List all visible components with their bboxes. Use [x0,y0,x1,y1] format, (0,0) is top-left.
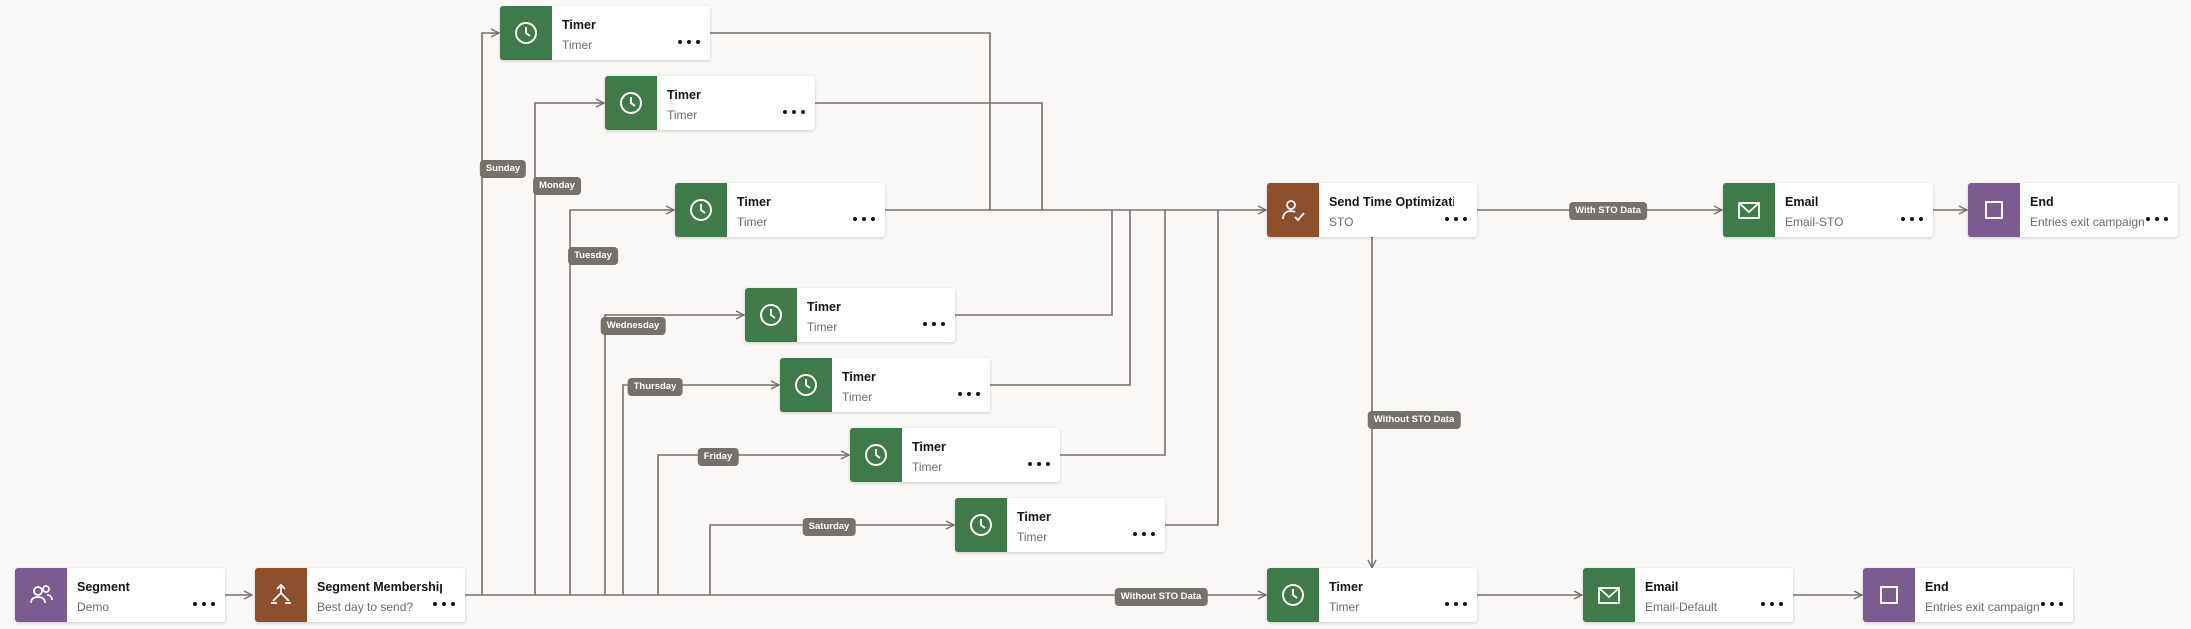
node-title: Timer [807,300,841,314]
more-options-icon[interactable] [783,107,805,117]
node-segment-membership[interactable]: Segment Membership Best day to send? [255,568,465,622]
node-end-bottom[interactable]: End Entries exit campaign [1863,568,2073,622]
node-subtitle: Timer [1329,600,1360,614]
clock-icon [955,498,1007,552]
users-icon [15,568,67,622]
node-subtitle: Timer [667,108,698,122]
more-options-icon[interactable] [1445,214,1467,224]
node-subtitle: Timer [807,320,838,334]
edge-sunday [481,33,499,595]
label-saturday: Saturday [802,518,856,536]
label-friday: Friday [697,448,739,466]
node-subtitle: Timer [912,460,943,474]
campaign-flow-canvas: Sunday Monday Tuesday Wednesday Thursday… [0,0,2191,629]
more-options-icon[interactable] [2041,599,2063,609]
stop-square-icon [1863,568,1915,622]
node-timer-default[interactable]: Timer Timer [1267,568,1477,622]
clock-icon [780,358,832,412]
edge-timer-thursday-out [990,210,1131,386]
label-without-sto-data-vertical: Without STO Data [1367,411,1461,429]
mail-icon [1583,568,1635,622]
label-wednesday: Wednesday [600,317,666,335]
more-options-icon[interactable] [923,319,945,329]
more-options-icon[interactable] [1028,459,1050,469]
node-subtitle: Email-Default [1645,600,1718,614]
label-without-sto-data-horizontal: Without STO Data [1114,588,1208,606]
node-title: Timer [562,18,596,32]
node-timer-tuesday[interactable]: Timer Timer [675,183,885,237]
node-subtitle: Entries exit campaign [1925,600,2040,614]
more-options-icon[interactable] [853,214,875,224]
node-title: Email [1785,195,1819,209]
label-with-sto-data: With STO Data [1569,202,1647,220]
node-timer-saturday[interactable]: Timer Timer [955,498,1165,552]
clock-icon [675,183,727,237]
node-send-time-optimization[interactable]: Send Time Optimization STO [1267,183,1477,237]
node-timer-sunday[interactable]: Timer Timer [500,6,710,60]
node-timer-thursday[interactable]: Timer Timer [780,358,990,412]
label-monday: Monday [533,177,581,195]
label-sunday: Sunday [479,160,527,178]
node-title: End [1925,580,1949,594]
node-subtitle: Demo [77,600,110,614]
clock-icon [500,6,552,60]
node-title: Timer [1017,510,1051,524]
node-subtitle: STO [1329,215,1354,229]
user-check-icon [1267,183,1319,237]
node-title: Segment Membership [317,580,442,594]
node-timer-monday[interactable]: Timer Timer [605,76,815,130]
edge-timer-saturday-out [1165,210,1219,526]
more-options-icon[interactable] [1901,214,1923,224]
node-timer-friday[interactable]: Timer Timer [850,428,1060,482]
node-subtitle: Entries exit campaign [2030,215,2145,229]
more-options-icon[interactable] [678,37,700,47]
node-title: Timer [1329,580,1363,594]
node-end-top[interactable]: End Entries exit campaign [1968,183,2178,237]
clock-icon [605,76,657,130]
node-email-sto[interactable]: Email Email-STO [1723,183,1933,237]
more-options-icon[interactable] [1133,529,1155,539]
more-options-icon[interactable] [1761,599,1783,609]
node-title: Email [1645,580,1679,594]
node-subtitle: Timer [737,215,768,229]
more-options-icon[interactable] [1445,599,1467,609]
node-subtitle: Timer [842,390,873,404]
label-thursday: Thursday [627,378,683,396]
mail-icon [1723,183,1775,237]
more-options-icon[interactable] [958,389,980,399]
edge-timer-wednesday-out [955,210,1113,316]
node-title: Timer [912,440,946,454]
more-options-icon[interactable] [433,599,455,609]
stop-square-icon [1968,183,2020,237]
split-icon [255,568,307,622]
node-title: Segment [77,580,130,594]
node-title: End [2030,195,2054,209]
more-options-icon[interactable] [193,599,215,609]
more-options-icon[interactable] [2146,214,2168,224]
node-email-default[interactable]: Email Email-Default [1583,568,1793,622]
clock-icon [850,428,902,482]
node-title: Send Time Optimization [1329,195,1454,209]
node-subtitle: Email-STO [1785,215,1844,229]
node-subtitle: Timer [1017,530,1048,544]
node-title: Timer [667,88,701,102]
node-segment[interactable]: Segment Demo [15,568,225,622]
node-subtitle: Timer [562,38,593,52]
node-title: Timer [842,370,876,384]
node-subtitle: Best day to send? [317,600,414,614]
label-tuesday: Tuesday [568,247,618,265]
edge-thursday [622,385,779,595]
clock-icon [745,288,797,342]
node-title: Timer [737,195,771,209]
node-timer-wednesday[interactable]: Timer Timer [745,288,955,342]
clock-icon [1267,568,1319,622]
